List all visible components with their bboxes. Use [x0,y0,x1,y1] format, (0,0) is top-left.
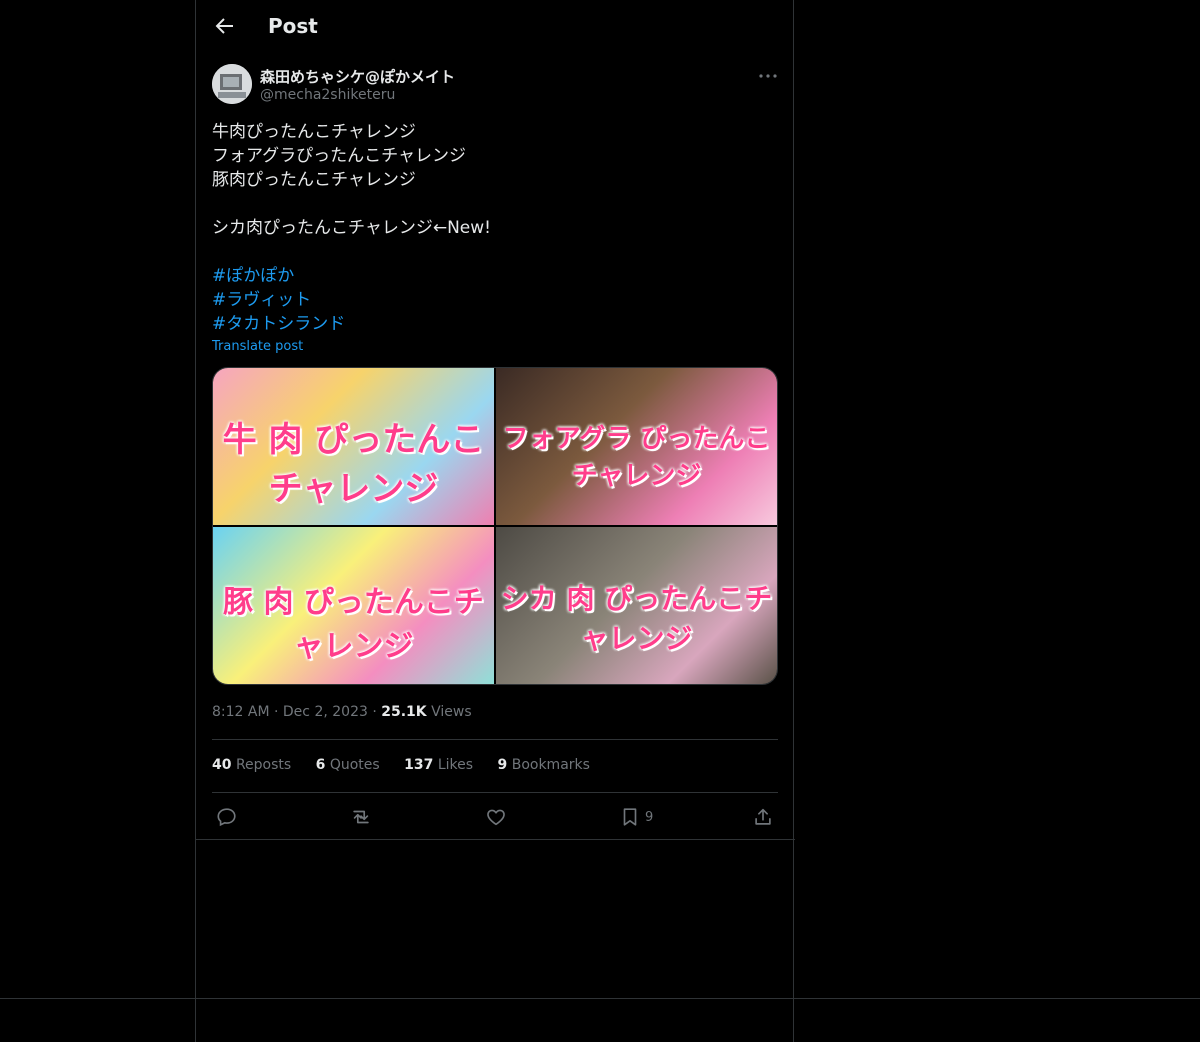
views-label: Views [431,704,472,720]
post-line [212,192,491,216]
divider [0,998,1200,999]
translate-post-link[interactable]: Translate post [212,339,303,354]
bookmarks-count: 9 [497,757,508,773]
author-name[interactable]: 森田めちゃシケ@ぽかメイト [260,66,455,87]
post-text: 牛肉ぴったんこチャレンジ フォアグラぴったんこチャレンジ 豚肉ぴったんこチャレン… [212,120,491,336]
divider [212,792,778,793]
media-image[interactable]: 豚 肉 ぴったんこチャレンジ [213,527,494,684]
image-caption: フォアグラ ぴったんこチャレンジ [502,424,771,491]
meta-separator: · [274,704,283,720]
media-image[interactable]: シカ 肉 ぴったんこチャレンジ [496,527,777,684]
reposts-count: 40 [212,757,232,773]
likes-label: Likes [437,757,474,773]
author-handle[interactable]: @mecha2shiketeru [260,87,395,103]
image-caption: 牛 肉 ぴったんこチャレンジ [222,420,485,509]
reply-icon[interactable] [216,805,238,829]
engagement-stats: 40 Reposts 6 Quotes 137 Likes 9 Bookmark… [212,757,610,773]
post-line: フォアグラぴったんこチャレンジ [212,146,466,166]
image-caption: 豚 肉 ぴったんこチャレンジ [223,585,484,664]
post-line: 豚肉ぴったんこチャレンジ [212,170,416,190]
media-grid: 牛 肉 ぴったんこチャレンジ フォアグラ ぴったんこチャレンジ 豚 肉 ぴったん… [212,367,778,685]
reposts-stat[interactable]: 40 Reposts [212,757,291,773]
bookmarks-label: Bookmarks [511,757,590,773]
media-image[interactable]: 牛 肉 ぴったんこチャレンジ [213,368,494,525]
hashtag-link[interactable]: #タカトシランド [212,312,491,336]
quotes-count: 6 [315,757,326,773]
more-icon[interactable] [756,64,780,88]
bookmark-count: 9 [645,809,654,825]
avatar[interactable] [212,64,252,104]
main-column: Post 森田めちゃシケ@ぽかメイト @mecha2shiketeru 牛肉ぴっ… [195,0,795,1042]
post-meta: 8:12 AM · Dec 2, 2023 · 25.1K Views [212,704,472,720]
post-line: シカ肉ぴったんこチャレンジ←New! [212,218,491,238]
hashtag-link[interactable]: #ラヴィット [212,288,491,312]
bookmark-icon[interactable]: 9 [619,805,653,829]
quotes-label: Quotes [329,757,380,773]
action-bar: 9 [196,805,795,829]
views-count: 25.1K [381,704,427,720]
share-icon[interactable] [752,805,774,829]
bookmarks-stat[interactable]: 9 Bookmarks [498,757,590,773]
hashtag-link[interactable]: #ぽかぽか [212,264,491,288]
post-line [212,240,491,264]
reposts-label: Reposts [235,757,292,773]
meta-separator: · [372,704,382,720]
media-image[interactable]: フォアグラ ぴったんこチャレンジ [496,368,777,525]
page-title: Post [268,14,318,38]
post-line: 牛肉ぴったんこチャレンジ [212,122,416,142]
back-arrow-icon[interactable] [212,14,236,38]
image-caption: シカ 肉 ぴったんこチャレンジ [500,582,773,655]
header: Post [196,0,795,53]
divider [196,839,795,840]
repost-icon[interactable] [350,805,372,829]
like-icon[interactable] [485,805,507,829]
quotes-stat[interactable]: 6 Quotes [316,757,380,773]
likes-stat[interactable]: 137 Likes [404,757,473,773]
divider [212,739,778,740]
post-time[interactable]: 8:12 AM [212,704,270,720]
likes-count: 137 [404,757,434,773]
post-date[interactable]: Dec 2, 2023 [283,704,368,720]
